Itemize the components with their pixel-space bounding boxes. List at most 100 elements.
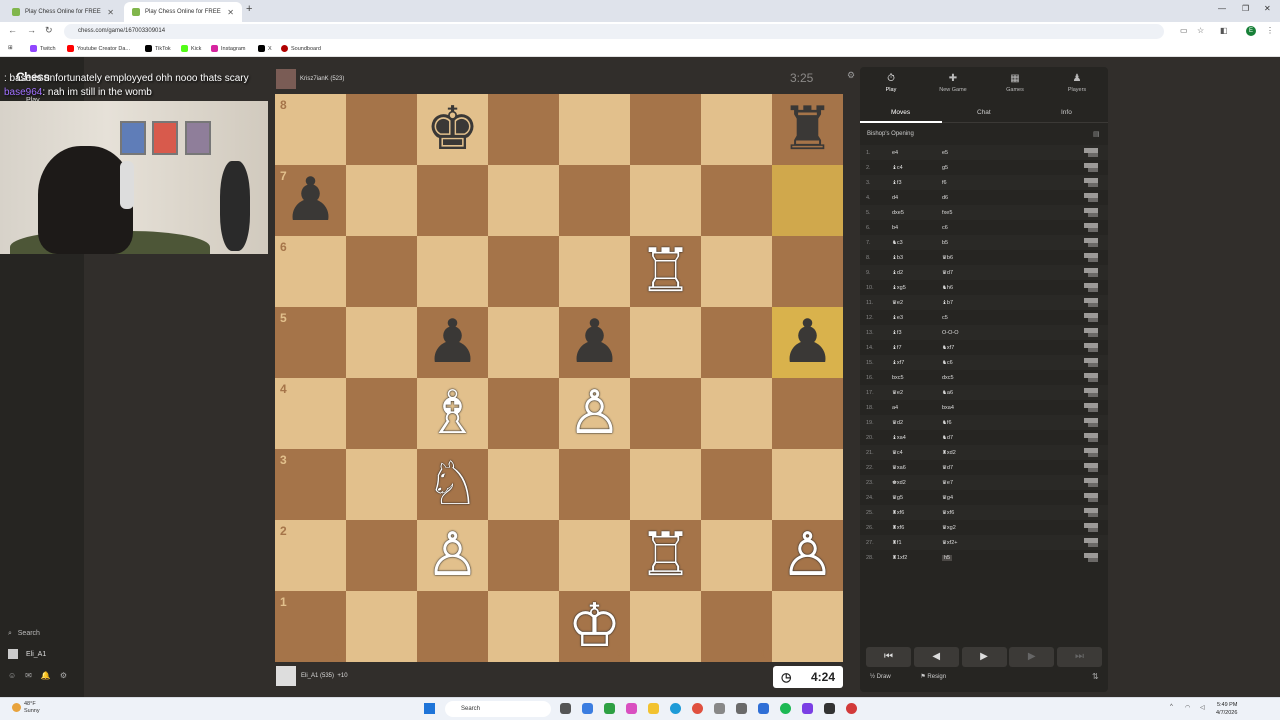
black-move[interactable]: dxc5 <box>942 375 954 381</box>
spotify-icon[interactable] <box>780 703 791 714</box>
reload-icon[interactable]: ↻ <box>45 25 53 36</box>
square-d7[interactable] <box>488 165 559 236</box>
menu-icon[interactable]: ⋮ <box>1266 26 1274 35</box>
square-f4[interactable] <box>630 378 701 449</box>
white-move[interactable]: ♛g5 <box>892 495 903 501</box>
taskbar-search[interactable]: Search <box>445 701 551 717</box>
square-d2[interactable] <box>488 520 559 591</box>
square-h7[interactable] <box>772 165 843 236</box>
square-b7[interactable] <box>346 165 417 236</box>
white-move[interactable]: ♝f3 <box>892 330 902 336</box>
app-icon[interactable] <box>846 703 857 714</box>
previous-move-button[interactable]: ◀ <box>913 647 959 667</box>
back-icon[interactable]: ← <box>8 25 17 35</box>
black-move[interactable]: ♛xf2+ <box>942 540 957 546</box>
close-window-icon[interactable]: ✕ <box>1264 4 1271 13</box>
apps-icon[interactable]: ⊞ <box>8 45 13 51</box>
browser-tab-active[interactable]: Play Chess Online for FREE ✕ <box>124 2 242 22</box>
network-icon[interactable]: ◠ <box>1185 704 1190 711</box>
white-move[interactable]: ♛xa6 <box>892 465 906 471</box>
bookmark-instagram[interactable]: Instagram <box>211 45 245 52</box>
square-b3[interactable] <box>346 449 417 520</box>
piece-f2[interactable]: ♖ <box>630 520 701 591</box>
avatar[interactable] <box>276 666 296 686</box>
close-tab-icon[interactable]: ✕ <box>227 8 234 17</box>
app-icon[interactable] <box>758 703 769 714</box>
square-b4[interactable] <box>346 378 417 449</box>
settings-icon[interactable]: ⚙ <box>60 671 76 680</box>
player-name[interactable]: Eli_A1 (535) <box>301 673 334 679</box>
white-move[interactable]: ♛c4 <box>892 450 903 456</box>
white-move[interactable]: ♜xf6 <box>892 510 904 516</box>
bookmark-twitch[interactable]: Twitch <box>30 45 56 52</box>
bookmark-x[interactable]: X <box>258 45 272 52</box>
square-d6[interactable] <box>488 236 559 307</box>
white-move[interactable]: ♝xa4 <box>892 435 906 441</box>
piece-c3[interactable]: ♘ <box>417 449 488 520</box>
black-move[interactable]: fxe5 <box>942 210 952 216</box>
url-field[interactable]: chess.com/game/167003309014 <box>64 24 1164 39</box>
first-move-button[interactable]: ⏮ <box>866 647 911 667</box>
app-icon[interactable] <box>714 703 725 714</box>
bookmark-kick[interactable]: Kick <box>181 45 201 52</box>
black-move[interactable]: ♞xf7 <box>942 345 954 351</box>
square-c6[interactable] <box>417 236 488 307</box>
xbox-icon[interactable] <box>604 703 615 714</box>
black-move[interactable]: h5 <box>942 555 953 561</box>
tab-new-game[interactable]: ✚ New Game <box>922 73 984 93</box>
notifications-icon[interactable]: 🔔 <box>41 671 60 680</box>
chrome-icon[interactable] <box>692 703 703 714</box>
edge-icon[interactable] <box>670 703 681 714</box>
subtab-moves[interactable]: Moves <box>891 109 910 116</box>
square-h6[interactable] <box>772 236 843 307</box>
square-b6[interactable] <box>346 236 417 307</box>
file-explorer-icon[interactable] <box>648 703 659 714</box>
piece-c2[interactable]: ♙ <box>417 520 488 591</box>
bookmark-youtube[interactable]: Youtube Creator Da... <box>67 45 130 52</box>
app-icon[interactable] <box>626 703 637 714</box>
black-move[interactable]: b5 <box>942 240 948 246</box>
black-move[interactable]: ♞a6 <box>942 390 953 396</box>
piece-e5[interactable]: ♟ <box>559 307 630 378</box>
black-move[interactable]: c5 <box>942 315 948 321</box>
app-icon[interactable] <box>582 703 593 714</box>
black-move[interactable]: d6 <box>942 195 948 201</box>
piece-f6[interactable]: ♖ <box>630 236 701 307</box>
taskbar-clock[interactable]: 5:49 PM 4/7/2026 <box>1216 701 1237 717</box>
black-move[interactable]: ♛g4 <box>942 495 953 501</box>
black-move[interactable]: ♜xd2 <box>942 450 956 456</box>
white-move[interactable]: a4 <box>892 405 898 411</box>
white-move[interactable]: ♜xf6 <box>892 525 904 531</box>
square-f8[interactable] <box>630 94 701 165</box>
tab-players[interactable]: ♟ Players <box>1046 73 1108 93</box>
white-move[interactable]: ♚xd2 <box>892 480 906 486</box>
piece-h5[interactable]: ♟ <box>772 307 843 378</box>
square-f3[interactable] <box>630 449 701 520</box>
square-g2[interactable] <box>701 520 772 591</box>
bookmark-tiktok[interactable]: TikTok <box>145 45 171 52</box>
piece-e1[interactable]: ♔ <box>559 591 630 662</box>
bookmark-soundboard[interactable]: Soundboard <box>281 45 321 52</box>
tab-games[interactable]: ▦ Games <box>984 73 1046 93</box>
white-move[interactable]: ♞c3 <box>892 240 903 246</box>
square-g6[interactable] <box>701 236 772 307</box>
black-move[interactable]: g5 <box>942 165 948 171</box>
square-g8[interactable] <box>701 94 772 165</box>
draw-button[interactable]: ½ Draw <box>870 674 905 680</box>
white-move[interactable]: ♝c4 <box>892 165 903 171</box>
white-move[interactable]: ♛e2 <box>892 390 903 396</box>
app-icon[interactable] <box>736 703 747 714</box>
weather-widget[interactable]: 48°F Sunny <box>12 701 40 715</box>
black-move[interactable]: ♛e7 <box>942 480 953 486</box>
white-move[interactable]: bxc5 <box>892 375 904 381</box>
flip-board-icon[interactable]: ⇅ <box>1092 672 1099 681</box>
white-move[interactable]: ♝xg5 <box>892 285 906 291</box>
obs-icon[interactable] <box>824 703 835 714</box>
windows-start-icon[interactable] <box>424 703 435 714</box>
volume-icon[interactable]: ◁ <box>1200 704 1205 711</box>
bookmark-star-icon[interactable]: ☆ <box>1197 26 1204 35</box>
install-icon[interactable]: ▭ <box>1180 26 1188 35</box>
black-move[interactable]: ♝b7 <box>942 300 953 306</box>
piece-c5[interactable]: ♟ <box>417 307 488 378</box>
white-move[interactable]: b4 <box>892 225 898 231</box>
